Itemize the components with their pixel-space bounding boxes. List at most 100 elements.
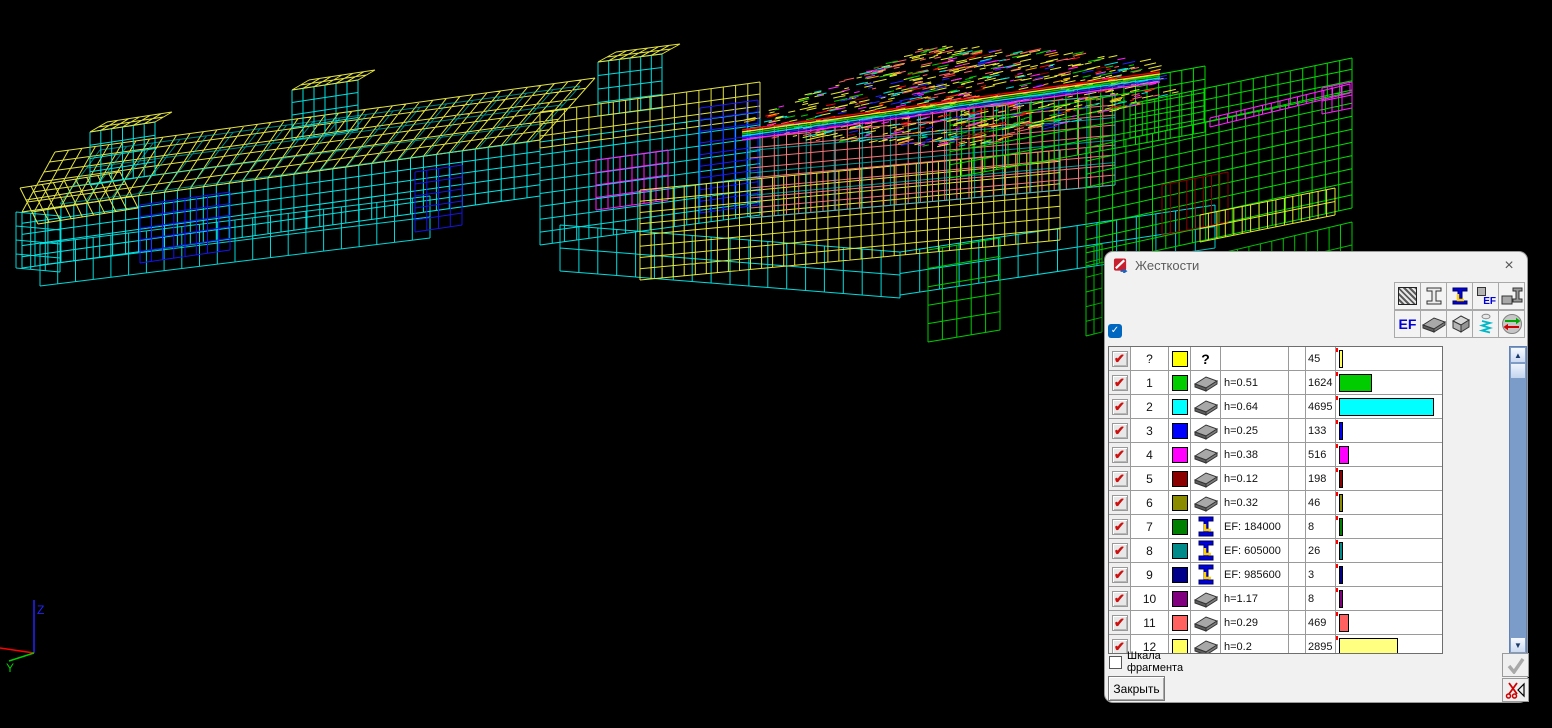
row-number: 9: [1131, 563, 1169, 586]
row-number: 4: [1131, 443, 1169, 466]
fragment-scale-checkbox[interactable]: [1109, 656, 1122, 669]
row-description: h=0.12: [1221, 467, 1289, 490]
row-visibility-checkbox[interactable]: ✔: [1112, 351, 1128, 367]
close-icon[interactable]: ×: [1497, 255, 1521, 277]
close-dialog-button[interactable]: Закрыть: [1108, 676, 1165, 701]
section-numeric-ef-button[interactable]: EF: [1472, 282, 1499, 310]
plate-icon: [1194, 446, 1218, 464]
select-all-checkbox[interactable]: ✓: [1108, 324, 1122, 338]
section-i-beam-outline-button[interactable]: [1420, 282, 1447, 310]
row-description: h=0.38: [1221, 443, 1289, 466]
scroll-down-button[interactable]: ▼: [1510, 637, 1526, 653]
section-solid-hatch-button[interactable]: [1394, 282, 1421, 310]
row-description: h=0.64: [1221, 395, 1289, 418]
row-histogram-cell: [1336, 395, 1442, 418]
stiffness-row[interactable]: ✔8EF: 60500026: [1109, 539, 1442, 563]
row-number: 7: [1131, 515, 1169, 538]
scroll-up-button[interactable]: ▲: [1510, 347, 1526, 363]
delete-stiffness-button[interactable]: [1502, 678, 1529, 702]
row-description: h=0.2: [1221, 635, 1289, 654]
row-visibility-checkbox[interactable]: ✔: [1112, 399, 1128, 415]
bar-marker: [1336, 588, 1338, 592]
row-type-cell: [1191, 515, 1221, 538]
row-visibility-checkbox[interactable]: ✔: [1112, 375, 1128, 391]
row-visibility-checkbox[interactable]: ✔: [1112, 615, 1128, 631]
spring-button[interactable]: [1472, 310, 1499, 338]
color-swatch: [1172, 423, 1188, 439]
dialog-titlebar[interactable]: Жесткости ×: [1105, 252, 1527, 279]
row-element-count: 8: [1306, 587, 1336, 610]
stiffness-row[interactable]: ✔2h=0.644695: [1109, 395, 1442, 419]
stiffness-row[interactable]: ✔4 h=0.38 516: [1109, 443, 1442, 467]
row-histogram-cell: [1336, 515, 1442, 538]
apply-button[interactable]: [1502, 653, 1529, 677]
steel-i-beam-icon: [1450, 286, 1470, 306]
row-number: 2: [1131, 395, 1169, 418]
row-histogram-cell: [1336, 467, 1442, 490]
ef-label: EF: [1399, 316, 1417, 332]
i-beam-icon: [1198, 516, 1214, 537]
stiffness-row[interactable]: ✔3h=0.25133: [1109, 419, 1442, 443]
row-description: EF: 985600: [1221, 563, 1289, 586]
bar-marker: [1336, 468, 1338, 472]
stiffness-row[interactable]: ✔??45: [1109, 347, 1442, 371]
stiffness-row[interactable]: ✔1h=0.511624: [1109, 371, 1442, 395]
plate-button[interactable]: [1420, 310, 1447, 338]
row-histogram-cell: [1336, 587, 1442, 610]
row-visibility-checkbox[interactable]: ✔: [1112, 495, 1128, 511]
row-histogram-cell: [1336, 347, 1442, 370]
row-histogram-cell: [1336, 539, 1442, 562]
row-visibility-checkbox[interactable]: ✔: [1112, 471, 1128, 487]
stiffness-row[interactable]: ✔7EF: 1840008: [1109, 515, 1442, 539]
section-composite-button[interactable]: [1498, 282, 1525, 310]
count-bar: [1339, 614, 1349, 632]
z-axis-label: Z: [37, 603, 44, 617]
stiffness-row[interactable]: ✔10h=1.178: [1109, 587, 1442, 611]
numeric-ef-button[interactable]: EF: [1394, 310, 1421, 338]
count-bar: [1339, 566, 1343, 584]
stiffness-row[interactable]: ✔6h=0.3246: [1109, 491, 1442, 515]
solid-body-button[interactable]: [1446, 310, 1473, 338]
row-check-cell: ✔: [1109, 467, 1131, 490]
color-swatch: [1172, 567, 1188, 583]
stiffness-row[interactable]: ✔11h=0.29469: [1109, 611, 1442, 635]
scroll-thumb[interactable]: [1510, 363, 1526, 379]
section-steel-i-beam-button[interactable]: [1446, 282, 1473, 310]
section-type-toolbar-row1: EF: [1395, 282, 1525, 310]
fragment-scale-label-line1: Шкала: [1127, 650, 1161, 662]
row-visibility-checkbox[interactable]: ✔: [1112, 543, 1128, 559]
bar-marker: [1336, 492, 1338, 496]
row-color-cell: [1169, 539, 1191, 562]
stiffness-table[interactable]: ✔??45✔1h=0.511624✔2h=0.644695✔3h=0.25133…: [1108, 346, 1443, 654]
fragment-scale-label-line2: фрагмента: [1127, 662, 1183, 674]
table-scrollbar[interactable]: ▲ ▼: [1509, 346, 1527, 654]
row-visibility-checkbox[interactable]: ✔: [1112, 423, 1128, 439]
row-visibility-checkbox[interactable]: ✔: [1112, 519, 1128, 535]
row-type-cell: [1191, 419, 1221, 442]
row-spacer-cell: [1289, 491, 1306, 514]
row-visibility-checkbox[interactable]: ✔: [1112, 567, 1128, 583]
row-visibility-checkbox[interactable]: ✔: [1112, 639, 1128, 655]
count-bar: [1339, 398, 1434, 416]
row-spacer-cell: [1289, 539, 1306, 562]
row-check-cell: ✔: [1109, 491, 1131, 514]
exchange-stiffness-button[interactable]: [1498, 310, 1525, 338]
ef-label: EF: [1483, 296, 1496, 307]
bar-marker: [1336, 612, 1338, 616]
exchange-arrows-icon: [1501, 313, 1523, 335]
row-visibility-checkbox[interactable]: ✔: [1112, 591, 1128, 607]
row-element-count: 469: [1306, 611, 1336, 634]
color-swatch: [1172, 543, 1188, 559]
bar-marker: [1336, 540, 1338, 544]
row-type-cell: [1191, 395, 1221, 418]
row-visibility-checkbox[interactable]: ✔: [1112, 447, 1128, 463]
row-element-count: 516: [1306, 443, 1336, 466]
count-bar: [1339, 374, 1372, 392]
y-axis-label: Y: [6, 661, 14, 675]
stiffness-row[interactable]: ✔9EF: 9856003: [1109, 563, 1442, 587]
bar-marker: [1336, 564, 1338, 568]
stiffness-row[interactable]: ✔5h=0.12198: [1109, 467, 1442, 491]
row-spacer-cell: [1289, 515, 1306, 538]
row-type-cell: [1191, 491, 1221, 514]
plate-icon: [1194, 614, 1218, 632]
